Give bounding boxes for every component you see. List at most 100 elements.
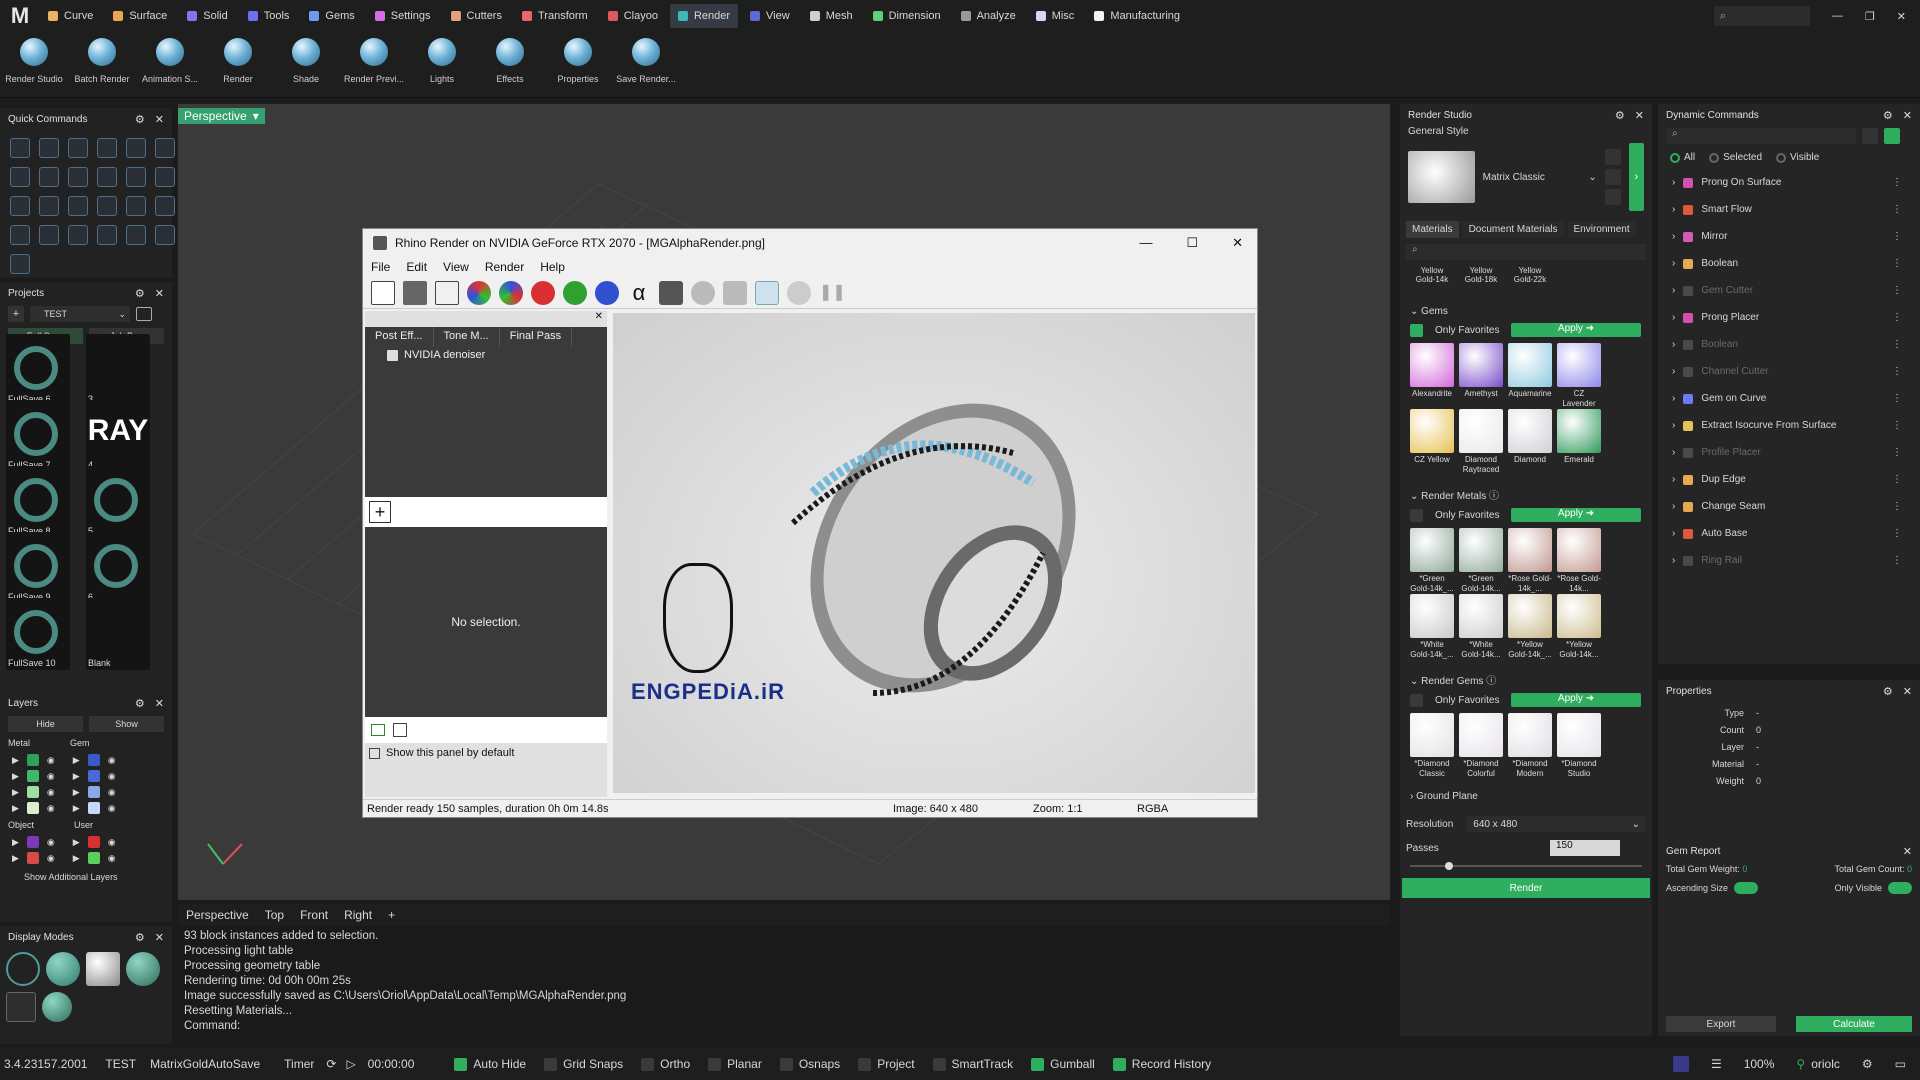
search-box[interactable]: ⌕: [1713, 6, 1810, 26]
layer-color[interactable]: [26, 852, 39, 864]
dynamic-command-item[interactable]: › Gem Cutter ⋮: [1658, 277, 1920, 304]
menu-tab-tools[interactable]: Tools: [240, 4, 298, 28]
layer-color[interactable]: [26, 802, 39, 814]
quick-command-icon[interactable]: [68, 225, 88, 245]
close-icon[interactable]: ✕: [595, 311, 603, 327]
close-icon[interactable]: ✕: [1903, 845, 1912, 858]
grid-view-icon[interactable]: [1884, 128, 1900, 144]
material-swatch[interactable]: Yellow Gold-18k: [1459, 266, 1503, 284]
clone-render-icon[interactable]: [371, 280, 395, 305]
material-swatch[interactable]: Alexandrite: [1410, 343, 1454, 399]
dynamic-command-item[interactable]: › Dup Edge ⋮: [1658, 466, 1920, 493]
quick-command-icon[interactable]: [126, 138, 146, 158]
eye-icon[interactable]: ◉: [108, 771, 116, 782]
ribbon-button-9[interactable]: Save Render...: [612, 32, 680, 97]
apply-metals-button[interactable]: Apply ➜: [1511, 508, 1641, 522]
play-icon[interactable]: ▶: [73, 771, 80, 782]
effects-tab[interactable]: Post Eff...: [365, 327, 434, 347]
toggle-auto-hide[interactable]: Auto Hide: [454, 1057, 526, 1071]
dynamic-command-item[interactable]: › Prong Placer ⋮: [1658, 304, 1920, 331]
list-view-icon[interactable]: [1862, 128, 1878, 144]
export-style-icon[interactable]: [1604, 189, 1621, 205]
list-icon[interactable]: ☰: [1711, 1057, 1722, 1071]
minimize-icon[interactable]: —: [1832, 10, 1843, 22]
ribbon-button-8[interactable]: Properties: [544, 32, 612, 97]
dynamic-command-item[interactable]: › Ring Rail ⋮: [1658, 547, 1920, 574]
menu-tab-render[interactable]: Render: [669, 4, 739, 28]
layer-row[interactable]: ▶ ◉ ▶ ◉: [12, 850, 160, 866]
menu-tab-transform[interactable]: Transform: [514, 4, 596, 28]
material-swatch[interactable]: *White Gold-14k_...: [1410, 594, 1454, 660]
ribbon-button-5[interactable]: Render Previ...: [340, 32, 408, 97]
menu-tab-clayoo[interactable]: Clayoo: [600, 4, 666, 28]
viewport-tab-right[interactable]: Right: [344, 908, 372, 922]
eye-icon[interactable]: ◉: [47, 853, 55, 864]
play-timer-icon[interactable]: ▷: [346, 1057, 367, 1071]
render-button[interactable]: Render: [1402, 878, 1650, 898]
rgb-channel-icon[interactable]: [467, 280, 491, 305]
gear-icon[interactable]: ⚙: [1883, 109, 1893, 122]
more-icon[interactable]: ⋮: [1892, 285, 1920, 296]
eye-icon[interactable]: ◉: [47, 837, 55, 848]
layer-color[interactable]: [87, 852, 100, 864]
ascending-size-toggle[interactable]: [1734, 882, 1759, 894]
quick-command-icon[interactable]: [97, 225, 117, 245]
effects-tab[interactable]: Final Pass: [500, 327, 573, 347]
more-icon[interactable]: ⋮: [1892, 420, 1920, 431]
dynamic-command-item[interactable]: › Prong On Surface ⋮: [1658, 169, 1920, 196]
export-button[interactable]: Export: [1666, 1016, 1776, 1032]
ribbon-button-7[interactable]: Effects: [476, 32, 544, 97]
quick-command-icon[interactable]: [126, 225, 146, 245]
menu-tab-surface[interactable]: Surface: [105, 4, 175, 28]
only-favorites-checkbox[interactable]: [1410, 323, 1423, 337]
play-icon[interactable]: ▶: [73, 755, 80, 766]
menu-tab-misc[interactable]: Misc: [1028, 4, 1083, 28]
calculate-button[interactable]: Calculate: [1796, 1016, 1912, 1032]
rendered-mode-icon[interactable]: [86, 952, 120, 986]
ribbon-button-4[interactable]: Shade: [272, 32, 340, 97]
dynamic-command-item[interactable]: › Gem on Curve ⋮: [1658, 385, 1920, 412]
menu-tab-settings[interactable]: Settings: [367, 4, 439, 28]
only-favorites-checkbox[interactable]: [1410, 693, 1423, 707]
material-swatch[interactable]: *Diamond Studio: [1557, 713, 1601, 779]
gear-icon[interactable]: ⚙: [135, 287, 145, 300]
dynamic-command-item[interactable]: › Extract Isocurve From Surface ⋮: [1658, 412, 1920, 439]
effects-tab[interactable]: Tone M...: [434, 327, 500, 347]
menu-tab-dimension[interactable]: Dimension: [865, 4, 949, 28]
wireframe-mode-icon[interactable]: [6, 952, 40, 986]
maximize-icon[interactable]: ☐: [1186, 235, 1198, 251]
studio-tab[interactable]: Environment: [1567, 221, 1636, 238]
menu-tab-analyze[interactable]: Analyze: [953, 4, 1024, 28]
toggle-project[interactable]: Project: [858, 1057, 915, 1071]
studio-tab[interactable]: Materials: [1406, 221, 1459, 238]
layer-row[interactable]: ▶ ◉ ▶ ◉: [12, 752, 160, 768]
render-gems-header[interactable]: ⌄ Render Gems ⓘ: [1400, 666, 1652, 693]
viewport-tab-front[interactable]: Front: [300, 908, 328, 922]
project-thumb[interactable]: FullSave 8: [6, 466, 70, 538]
eye-icon[interactable]: ◉: [47, 755, 55, 766]
more-icon[interactable]: ⋮: [1892, 501, 1920, 512]
shield-icon[interactable]: [1672, 1056, 1689, 1072]
only-visible-toggle[interactable]: [1888, 882, 1912, 894]
dynamic-command-item[interactable]: › Profile Placer ⋮: [1658, 439, 1920, 466]
close-icon[interactable]: ✕: [155, 287, 164, 300]
close-icon[interactable]: ✕: [155, 113, 164, 126]
dynamic-command-item[interactable]: › Smart Flow ⋮: [1658, 196, 1920, 223]
eye-icon[interactable]: ◉: [108, 837, 116, 848]
dynamic-command-item[interactable]: › Change Seam ⋮: [1658, 493, 1920, 520]
more-icon[interactable]: ⋮: [1892, 447, 1920, 458]
play-icon[interactable]: ▶: [12, 787, 19, 798]
material-swatch[interactable]: *Diamond Modern: [1508, 713, 1552, 779]
hide-button[interactable]: Hide: [8, 716, 83, 732]
wand-icon[interactable]: [755, 280, 779, 305]
menu-tab-view[interactable]: View: [742, 4, 798, 28]
quick-command-icon[interactable]: [39, 225, 59, 245]
green-channel-icon[interactable]: [563, 280, 587, 305]
play-icon[interactable]: ▶: [73, 803, 80, 814]
menu-tab-gems[interactable]: Gems: [301, 4, 362, 28]
play-icon[interactable]: ▶: [73, 787, 80, 798]
play-icon[interactable]: ▶: [12, 837, 19, 848]
quick-command-icon[interactable]: [97, 138, 117, 158]
copy-style-icon[interactable]: [1604, 149, 1621, 165]
quick-command-icon[interactable]: [68, 196, 88, 216]
